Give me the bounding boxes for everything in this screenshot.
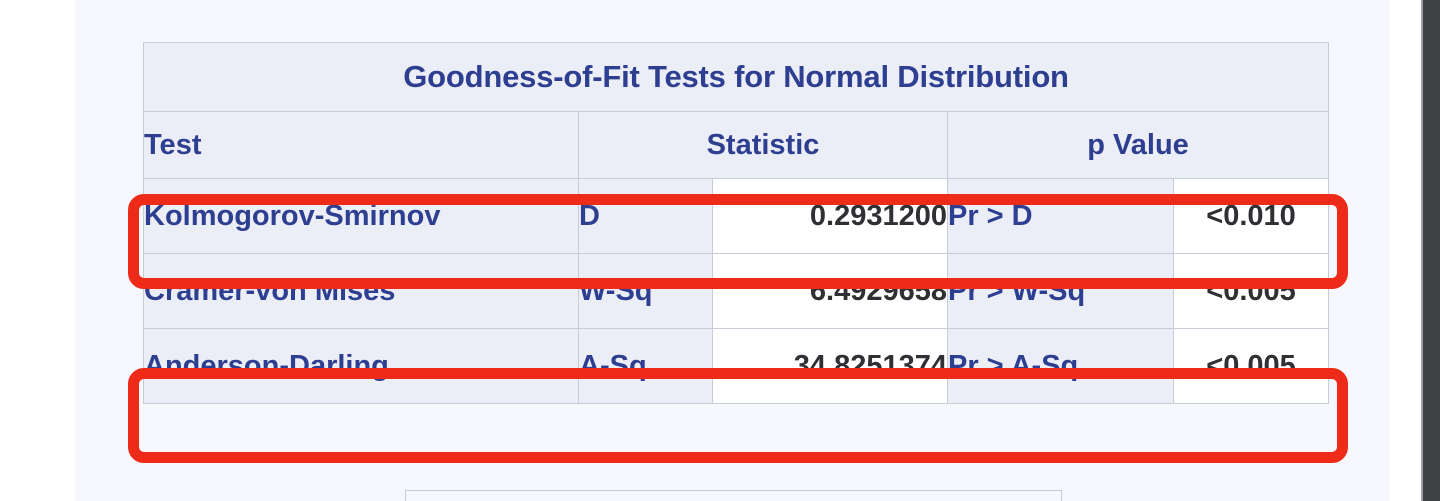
right-gutter (1390, 0, 1421, 501)
goodness-of-fit-table: Goodness-of-Fit Tests for Normal Distrib… (142, 42, 1330, 404)
stat-value-anderson-darling: 34.8251374 (712, 328, 948, 404)
p-expression-kolmogorov-smirnov: Pr > D (947, 178, 1174, 254)
window-chrome-strip (1421, 0, 1440, 501)
test-name-kolmogorov-smirnov: Kolmogorov-Smirnov (143, 178, 579, 254)
table-title: Goodness-of-Fit Tests for Normal Distrib… (142, 42, 1330, 112)
p-value-cramer-von-mises: <0.005 (1172, 253, 1330, 329)
p-expression-anderson-darling: Pr > A-Sq (947, 328, 1174, 404)
stat-symbol-kolmogorov-smirnov: D (578, 178, 713, 254)
stat-symbol-anderson-darling: A-Sq (578, 328, 713, 404)
screenshot-root: Goodness-of-Fit Tests for Normal Distrib… (0, 0, 1440, 501)
table-title-row: Goodness-of-Fit Tests for Normal Distrib… (142, 42, 1330, 112)
column-header-statistic: Statistic (578, 111, 948, 179)
p-expression-cramer-von-mises: Pr > W-Sq (947, 253, 1174, 329)
stat-symbol-cramer-von-mises: W-Sq (578, 253, 713, 329)
test-name-cramer-von-mises: Cramer-von Mises (143, 253, 579, 329)
stat-value-cramer-von-mises: 6.4929658 (712, 253, 948, 329)
table-row: Kolmogorov-Smirnov D 0.2931200 Pr > D <0… (143, 178, 1330, 254)
stat-value-kolmogorov-smirnov: 0.2931200 (712, 178, 948, 254)
table-row: Anderson-Darling A-Sq 34.8251374 Pr > A-… (143, 328, 1330, 404)
column-header-test: Test (143, 111, 579, 179)
left-gutter (0, 0, 75, 501)
column-header-p-value: p Value (946, 111, 1330, 179)
test-name-anderson-darling: Anderson-Darling (143, 328, 579, 404)
p-value-anderson-darling: <0.005 (1172, 328, 1330, 404)
table-row: Cramer-von Mises W-Sq 6.4929658 Pr > W-S… (143, 253, 1330, 329)
table-header-row: Test Statistic p Value (143, 111, 1330, 179)
p-value-kolmogorov-smirnov: <0.010 (1172, 178, 1330, 254)
next-table-top-edge (405, 490, 1062, 501)
